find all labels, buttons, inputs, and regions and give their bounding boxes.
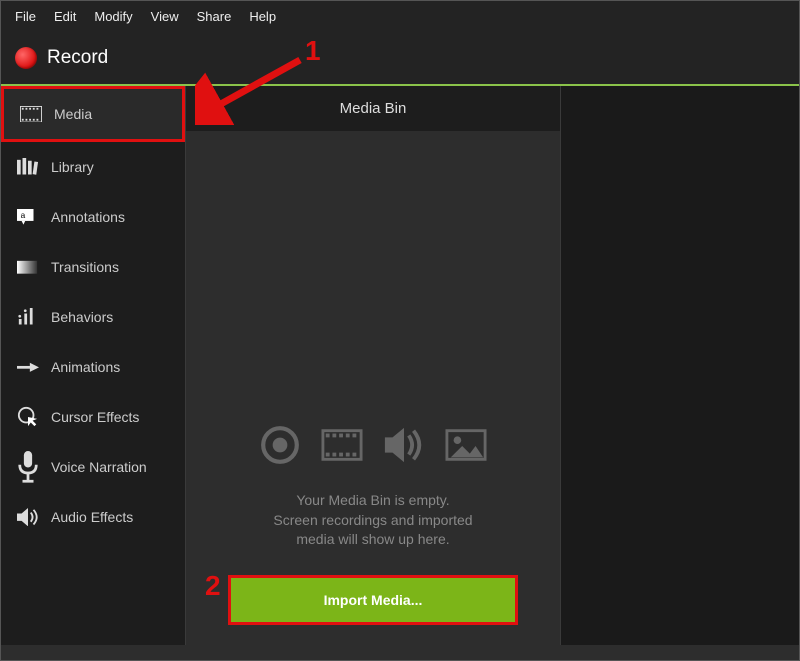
menu-share[interactable]: Share [197,9,232,24]
sidebar-item-label: Library [51,159,94,175]
empty-message: Your Media Bin is empty. Screen recordin… [273,491,472,550]
menu-file[interactable]: File [15,9,36,24]
speaker-large-icon [383,424,425,471]
media-bin-body: Your Media Bin is empty. Screen recordin… [186,131,560,645]
annotations-icon: a [17,208,39,226]
sidebar-item-voice-narration[interactable]: Voice Narration [1,442,185,492]
record-circle-icon [259,424,301,471]
media-bin-title: Media Bin [186,86,560,131]
sidebar-item-label: Annotations [51,209,125,225]
empty-line2: Screen recordings and imported [273,511,472,531]
menu-edit[interactable]: Edit [54,9,76,24]
cursor-effects-icon [17,408,39,426]
sidebar-item-label: Transitions [51,259,119,275]
sidebar-item-label: Behaviors [51,309,113,325]
record-row: Record [1,32,799,84]
record-icon[interactable] [15,47,37,69]
behaviors-icon [17,308,39,326]
record-label[interactable]: Record [47,47,108,69]
transitions-icon [17,258,39,276]
sidebar: Media Library a Annotations Transitions … [1,86,186,645]
sidebar-item-behaviors[interactable]: Behaviors [1,292,185,342]
filmstrip-icon [20,105,42,123]
sidebar-item-label: Media [54,106,92,122]
filmstrip-large-icon [321,424,363,471]
sidebar-item-media[interactable]: Media [1,86,185,142]
animations-icon [17,358,39,376]
media-bin-panel: Media Bin Your M [186,86,561,645]
menu-view[interactable]: View [151,9,179,24]
empty-line3: media will show up here. [273,530,472,550]
import-media-button[interactable]: Import Media... [228,575,518,625]
sidebar-item-annotations[interactable]: a Annotations [1,192,185,242]
library-icon [17,158,39,176]
svg-text:a: a [21,211,26,220]
empty-line1: Your Media Bin is empty. [273,491,472,511]
image-large-icon [445,424,487,471]
microphone-icon [17,458,39,476]
sidebar-item-label: Cursor Effects [51,409,139,425]
preview-area [561,86,799,645]
content-area: Media Bin Your M [186,86,799,645]
menu-modify[interactable]: Modify [94,9,132,24]
speaker-icon [17,508,39,526]
media-type-icons [259,174,487,471]
menubar: File Edit Modify View Share Help [1,1,799,32]
sidebar-item-label: Voice Narration [51,459,147,475]
sidebar-item-library[interactable]: Library [1,142,185,192]
sidebar-item-cursor-effects[interactable]: Cursor Effects [1,392,185,442]
main-area: Media Library a Annotations Transitions … [1,86,799,645]
sidebar-item-label: Audio Effects [51,509,133,525]
sidebar-item-label: Animations [51,359,120,375]
menu-help[interactable]: Help [249,9,276,24]
sidebar-item-audio-effects[interactable]: Audio Effects [1,492,185,542]
sidebar-item-transitions[interactable]: Transitions [1,242,185,292]
sidebar-item-animations[interactable]: Animations [1,342,185,392]
